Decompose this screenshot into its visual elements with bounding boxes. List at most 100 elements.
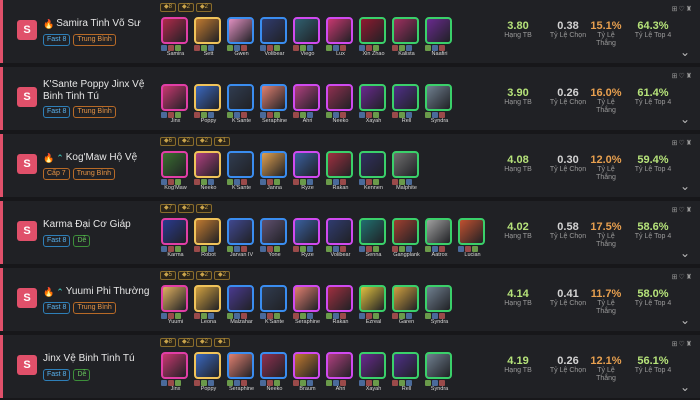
champion-portrait — [293, 218, 320, 245]
champion[interactable]: Viego — [291, 17, 324, 61]
champion[interactable]: Lucian — [456, 218, 489, 262]
copy-icon[interactable]: ⊞ — [672, 340, 678, 348]
champion[interactable]: Ahri — [324, 352, 357, 396]
champion[interactable]: Rell — [390, 352, 423, 396]
pin-icon[interactable]: ♜ — [686, 139, 692, 147]
stat-label: Hạng TB — [504, 367, 532, 374]
comp-name[interactable]: Karma Đại Cơ Giáp — [43, 219, 155, 231]
copy-icon[interactable]: ⊞ — [672, 5, 678, 13]
champion-list: Jinx Poppy K'Sante Seraphine Ahri Neeko Xayah R… — [159, 84, 456, 128]
champion[interactable]: Naafiri — [423, 17, 456, 61]
pin-icon[interactable]: ♜ — [686, 340, 692, 348]
champion[interactable]: Ryze — [291, 151, 324, 195]
champion[interactable]: K'Sante — [258, 285, 291, 329]
champion[interactable]: Malphite — [390, 151, 423, 195]
champion[interactable]: Xayah — [357, 84, 390, 128]
champion-portrait — [161, 285, 188, 312]
comp-name[interactable]: 🔥 Samira Tinh Võ Sư — [43, 18, 155, 30]
copy-icon[interactable]: ⊞ — [672, 139, 678, 147]
champion[interactable]: Yone — [258, 218, 291, 262]
champion[interactable]: Malzahar — [225, 285, 258, 329]
pin-icon[interactable]: ♜ — [686, 5, 692, 13]
expand-chevron-icon[interactable]: ⌄ — [680, 380, 690, 394]
champion[interactable]: Braum — [291, 352, 324, 396]
copy-icon[interactable]: ⊞ — [672, 72, 678, 80]
champion-portrait — [227, 218, 254, 245]
champion[interactable]: Volibear — [324, 218, 357, 262]
heart-icon[interactable]: ♡ — [678, 206, 684, 214]
champion-portrait — [326, 17, 353, 44]
comp-row[interactable]: S 🔥 ⌃ Kog'Maw Hộ Vệ Cấp 7 Trung Bình ◆6 ◆2 ◆2 ◆1 K… — [0, 134, 700, 197]
champion[interactable]: Jinx — [159, 352, 192, 396]
champion[interactable]: Neeko — [324, 84, 357, 128]
comp-name[interactable]: Jinx Vệ Binh Tinh Tú — [43, 353, 155, 365]
heart-icon[interactable]: ♡ — [678, 273, 684, 281]
champion[interactable]: Syndra — [423, 285, 456, 329]
champion[interactable]: Ahri — [291, 84, 324, 128]
champion[interactable]: Neeko — [258, 352, 291, 396]
champion[interactable]: Poppy — [192, 352, 225, 396]
champion[interactable]: Xayah — [357, 352, 390, 396]
champion[interactable]: Kennen — [357, 151, 390, 195]
champion[interactable]: Kog'Maw — [159, 151, 192, 195]
heart-icon[interactable]: ♡ — [678, 340, 684, 348]
comp-name[interactable]: K'Sante Poppy Jinx Vệ Binh Tinh Tú — [43, 79, 155, 103]
champion[interactable]: Janna — [258, 151, 291, 195]
expand-chevron-icon[interactable]: ⌄ — [680, 246, 690, 260]
expand-chevron-icon[interactable]: ⌄ — [680, 45, 690, 59]
expand-chevron-icon[interactable]: ⌄ — [680, 313, 690, 327]
champion[interactable]: Ezreal — [357, 285, 390, 329]
champion[interactable]: Volibear — [258, 17, 291, 61]
stat-win: 12.1% Tỷ Lệ Thắng — [581, 355, 631, 383]
heart-icon[interactable]: ♡ — [678, 139, 684, 147]
copy-icon[interactable]: ⊞ — [672, 273, 678, 281]
comp-row[interactable]: S 🔥 ⌃ Yuumi Phi Thường Fast 8 Trung Bình ◆5 ◆5 ◆… — [0, 268, 700, 331]
champion[interactable]: Sett — [192, 17, 225, 61]
champion[interactable]: Kalista — [390, 17, 423, 61]
stat-label: Tỷ Lệ Thắng — [596, 233, 616, 248]
champion[interactable]: Gwen — [225, 17, 258, 61]
comp-name-text: Kog'Maw Hộ Vệ — [65, 152, 138, 163]
champion[interactable]: Syndra — [423, 84, 456, 128]
pin-icon[interactable]: ♜ — [686, 72, 692, 80]
pin-icon[interactable]: ♜ — [686, 206, 692, 214]
champion[interactable]: Jarvan IV — [225, 218, 258, 262]
champion[interactable]: Karma — [159, 218, 192, 262]
champion[interactable]: Xin Zhao — [357, 17, 390, 61]
pin-icon[interactable]: ♜ — [686, 273, 692, 281]
champion[interactable]: Neeko — [192, 151, 225, 195]
comp-row[interactable]: S K'Sante Poppy Jinx Vệ Binh Tinh Tú Fast … — [0, 67, 700, 130]
champion[interactable]: Poppy — [192, 84, 225, 128]
copy-icon[interactable]: ⊞ — [672, 206, 678, 214]
champion[interactable]: K'Sante — [225, 151, 258, 195]
champion[interactable]: Seraphine — [291, 285, 324, 329]
champion[interactable]: Seraphine — [225, 352, 258, 396]
champion[interactable]: Samira — [159, 17, 192, 61]
comp-name[interactable]: 🔥 ⌃ Yuumi Phi Thường — [43, 286, 155, 298]
heart-icon[interactable]: ♡ — [678, 72, 684, 80]
champion[interactable]: Lux — [324, 17, 357, 61]
champion[interactable]: Jinx — [159, 84, 192, 128]
expand-chevron-icon[interactable]: ⌄ — [680, 179, 690, 193]
comp-name[interactable]: 🔥 ⌃ Kog'Maw Hộ Vệ — [43, 152, 155, 164]
champion[interactable]: Gangplank — [390, 218, 423, 262]
comp-row[interactable]: S 🔥 Samira Tinh Võ Sư Fast 8 Trung Bình ◆8 ◆2 ◆… — [0, 0, 700, 63]
champion-portrait — [326, 352, 353, 379]
champion[interactable]: Rakan — [324, 151, 357, 195]
champion[interactable]: Ryze — [291, 218, 324, 262]
champion[interactable]: Rell — [390, 84, 423, 128]
champion[interactable]: Senna — [357, 218, 390, 262]
comp-row[interactable]: S Karma Đại Cơ Giáp Fast 8 Dễ ◆7 ◆2 ◆2 Karma Rob… — [0, 201, 700, 264]
champion[interactable]: Leona — [192, 285, 225, 329]
champion[interactable]: Seraphine — [258, 84, 291, 128]
champion[interactable]: Garen — [390, 285, 423, 329]
champion[interactable]: Syndra — [423, 352, 456, 396]
champion[interactable]: Rakan — [324, 285, 357, 329]
comp-row[interactable]: S Jinx Vệ Binh Tinh Tú Fast 8 Dễ ◆8 ◆2 ◆2 ◆1 Jin… — [0, 335, 700, 398]
heart-icon[interactable]: ♡ — [678, 5, 684, 13]
champion[interactable]: Yuumi — [159, 285, 192, 329]
champion[interactable]: K'Sante — [225, 84, 258, 128]
champion[interactable]: Aatrox — [423, 218, 456, 262]
champion[interactable]: Robot — [192, 218, 225, 262]
expand-chevron-icon[interactable]: ⌄ — [680, 112, 690, 126]
